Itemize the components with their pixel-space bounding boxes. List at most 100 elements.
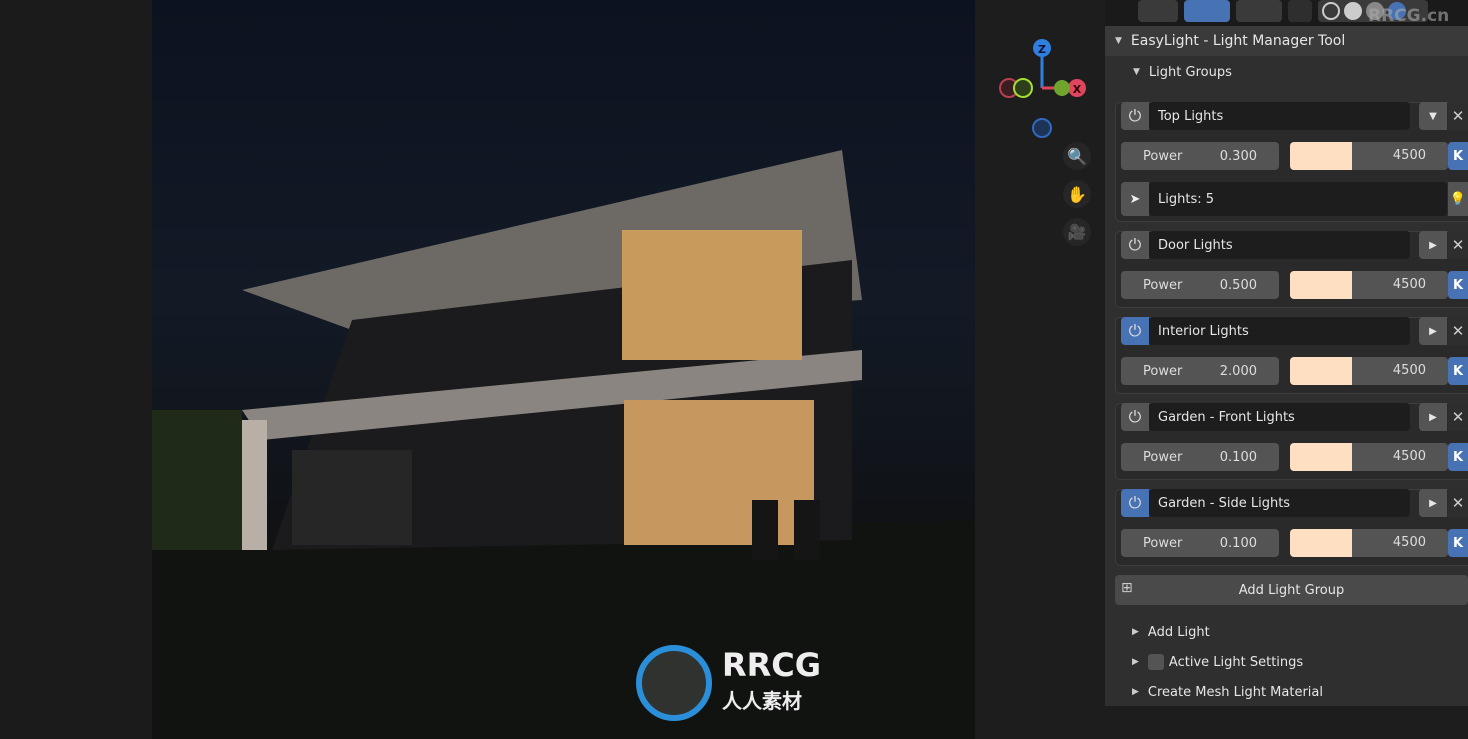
power-value: 0.100 — [1219, 535, 1257, 551]
house-render-image — [152, 150, 975, 739]
temperature-field[interactable]: 4500 — [1290, 271, 1448, 299]
power-icon: ⏻ — [1128, 407, 1142, 426]
remove-group-x-icon[interactable]: ✕ — [1448, 489, 1468, 517]
power-label: Power — [1143, 148, 1183, 164]
lights-count: Lights: 5 — [1149, 182, 1447, 216]
triangle-right-icon: ▶ — [1429, 497, 1437, 509]
power-field[interactable]: Power 0.100 — [1121, 529, 1279, 557]
gizmo-toggle[interactable] — [1184, 0, 1230, 22]
light-color-swatch[interactable] — [1290, 357, 1352, 385]
panel-title: EasyLight - Light Manager Tool — [1130, 33, 1346, 49]
temperature-field[interactable]: 4500 — [1290, 142, 1448, 170]
temperature-value: 4500 — [1392, 449, 1426, 464]
power-toggle-button[interactable]: ⏻ — [1121, 102, 1149, 130]
triangle-down-icon: ▼ — [1429, 110, 1437, 122]
temperature-field[interactable]: 4500 — [1290, 357, 1448, 385]
kelvin-toggle[interactable]: K — [1448, 357, 1468, 385]
power-toggle-button[interactable]: ⏻ — [1121, 317, 1149, 345]
group-name-field[interactable]: Garden - Front Lights — [1149, 403, 1410, 431]
group-name-field[interactable]: Top Lights — [1149, 102, 1410, 130]
power-icon: ⏻ — [1128, 106, 1142, 125]
remove-group-x-icon[interactable]: ✕ — [1448, 231, 1468, 259]
add-light-group-button[interactable]: ⊞ Add Light Group — [1115, 575, 1468, 605]
kelvin-toggle[interactable]: K — [1448, 271, 1468, 299]
remove-group-x-icon[interactable]: ✕ — [1448, 317, 1468, 345]
light-color-swatch[interactable] — [1290, 529, 1352, 557]
pan-hand-icon[interactable]: ✋ — [1063, 180, 1091, 208]
light-color-swatch[interactable] — [1290, 142, 1352, 170]
viewport-bottom — [1105, 706, 1468, 739]
power-icon: ⏻ — [1128, 493, 1142, 512]
power-field[interactable]: Power 0.100 — [1121, 443, 1279, 471]
power-toggle-button[interactable]: ⏻ — [1121, 231, 1149, 259]
group-name-field[interactable]: Interior Lights — [1149, 317, 1410, 345]
left-panel — [0, 0, 152, 739]
section-title: Light Groups — [1148, 64, 1232, 80]
kelvin-label: K — [1452, 363, 1464, 379]
kelvin-label: K — [1452, 449, 1464, 465]
collapse-group-button[interactable]: ▼ — [1419, 102, 1447, 130]
power-toggle-button[interactable]: ⏻ — [1121, 489, 1149, 517]
kelvin-label: K — [1452, 535, 1464, 551]
subpanel-label: Create Mesh Light Material — [1147, 684, 1323, 700]
temperature-value: 4500 — [1392, 363, 1426, 378]
group-name: Garden - Front Lights — [1158, 409, 1295, 425]
group-name-field[interactable]: Garden - Side Lights — [1149, 489, 1410, 517]
temperature-field[interactable]: 4500 — [1290, 443, 1448, 471]
temperature-field[interactable]: 4500 — [1290, 529, 1448, 557]
remove-group-x-icon[interactable]: ✕ — [1448, 102, 1468, 130]
subpanel-create-mesh-light-material[interactable]: ▶ Create Mesh Light Material — [1132, 681, 1323, 703]
kelvin-toggle[interactable]: K — [1448, 142, 1468, 170]
cursor-arrow-icon: ➤ — [1129, 191, 1141, 207]
light-groups-header[interactable]: ▼ Light Groups — [1105, 57, 1468, 87]
expand-group-button[interactable]: ▶ — [1419, 403, 1447, 431]
expand-group-button[interactable]: ▶ — [1419, 317, 1447, 345]
navigation-gizmo[interactable]: Z X — [995, 38, 1090, 138]
expand-triangle-icon: ▶ — [1132, 687, 1139, 697]
power-field[interactable]: Power 2.000 — [1121, 357, 1279, 385]
select-lights-button[interactable]: ➤ — [1121, 182, 1149, 216]
power-value: 0.500 — [1219, 277, 1257, 293]
expand-group-button[interactable]: ▶ — [1419, 489, 1447, 517]
power-value: 0.100 — [1219, 449, 1257, 465]
rrcg-watermark-logo: RRCG 人人素材 — [636, 645, 821, 721]
power-field[interactable]: Power 0.500 — [1121, 271, 1279, 299]
subpanel-add-light[interactable]: ▶ Add Light — [1132, 621, 1210, 643]
group-name-field[interactable]: Door Lights — [1149, 231, 1410, 259]
power-label: Power — [1143, 277, 1183, 293]
power-value: 2.000 — [1219, 363, 1257, 379]
lights-count-label: Lights: 5 — [1158, 191, 1214, 207]
light-color-swatch[interactable] — [1290, 443, 1352, 471]
temperature-value: 4500 — [1392, 148, 1426, 163]
visibility-dropdown[interactable] — [1138, 0, 1178, 22]
enable-checkbox[interactable] — [1147, 654, 1164, 670]
kelvin-toggle[interactable]: K — [1448, 443, 1468, 471]
power-field[interactable]: Power 0.300 — [1121, 142, 1279, 170]
zoom-icon[interactable]: 🔍 — [1063, 142, 1091, 170]
svg-text:Z: Z — [1038, 43, 1046, 56]
collapse-triangle-icon: ▼ — [1115, 36, 1122, 46]
collapse-triangle-icon: ▼ — [1133, 67, 1140, 77]
power-toggle-button[interactable]: ⏻ — [1121, 403, 1149, 431]
expand-group-button[interactable]: ▶ — [1419, 231, 1447, 259]
power-icon: ⏻ — [1128, 235, 1142, 254]
lightbulb-icon[interactable]: 💡 — [1448, 182, 1468, 216]
subpanel-active-light-settings[interactable]: ▶ Active Light Settings — [1132, 651, 1303, 673]
add-collection-icon: ⊞ — [1121, 580, 1133, 596]
group-name: Garden - Side Lights — [1158, 495, 1291, 511]
expand-triangle-icon: ▶ — [1132, 627, 1139, 637]
xray-toggle[interactable] — [1288, 0, 1312, 22]
triangle-right-icon: ▶ — [1429, 239, 1437, 251]
triangle-right-icon: ▶ — [1429, 325, 1437, 337]
light-color-swatch[interactable] — [1290, 271, 1352, 299]
site-watermark: RRCG.cn — [1368, 6, 1450, 26]
remove-group-x-icon[interactable]: ✕ — [1448, 403, 1468, 431]
render-viewport[interactable]: RRCG 人人素材 — [152, 0, 975, 739]
panel-header[interactable]: ▼ EasyLight - Light Manager Tool — [1105, 26, 1468, 56]
kelvin-toggle[interactable]: K — [1448, 529, 1468, 557]
triangle-right-icon: ▶ — [1429, 411, 1437, 423]
power-icon: ⏻ — [1128, 321, 1142, 340]
svg-text:X: X — [1073, 83, 1082, 96]
overlay-toggle[interactable] — [1236, 0, 1282, 22]
camera-icon[interactable]: 🎥 — [1063, 218, 1091, 246]
